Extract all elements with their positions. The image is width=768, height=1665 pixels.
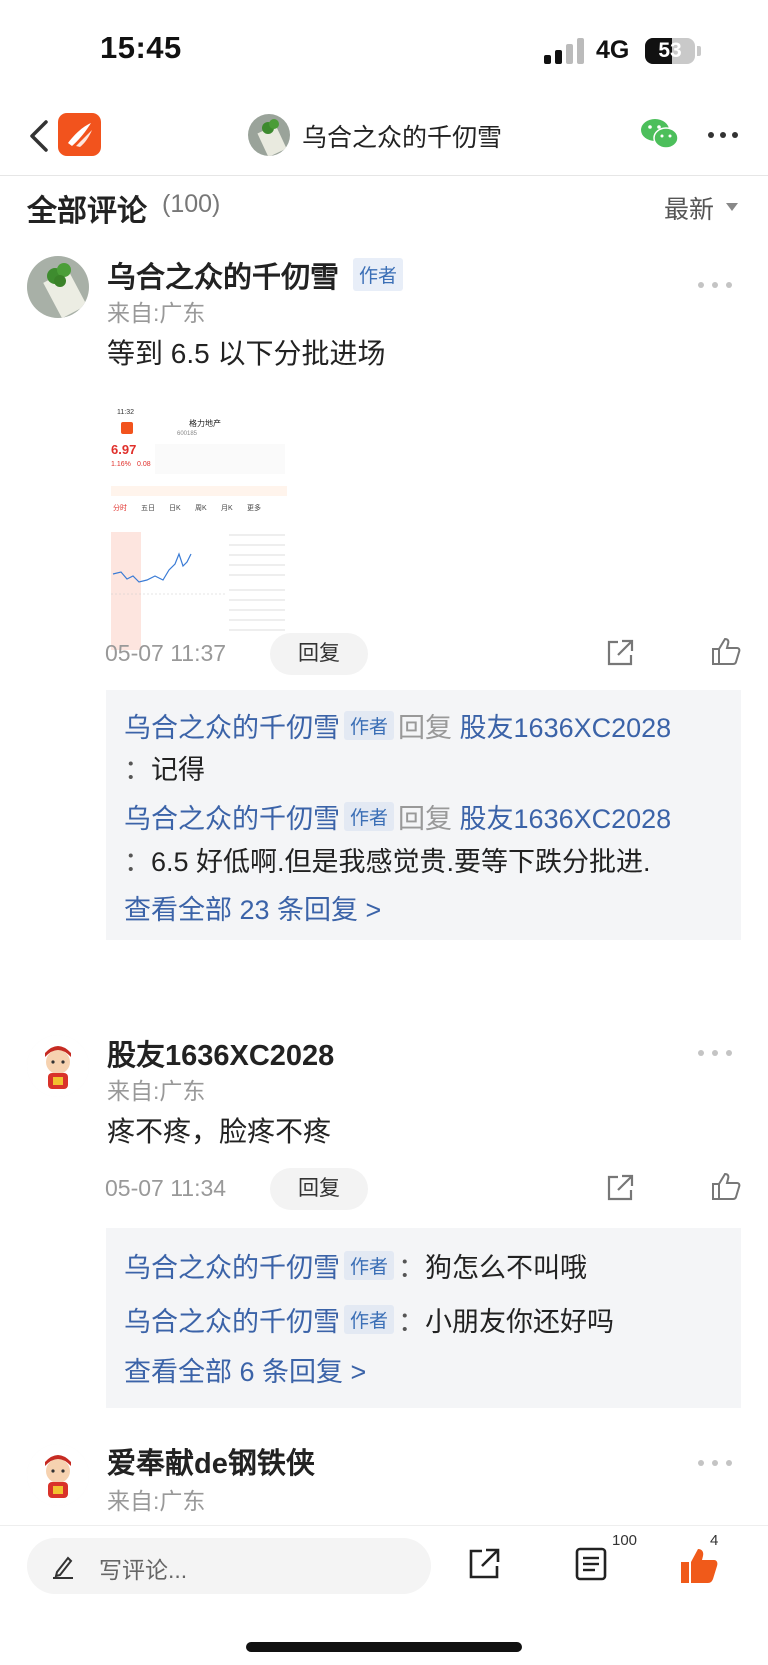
view-all-replies-link[interactable]: 查看全部 23 条回复 >	[124, 888, 381, 927]
author-badge: 作者	[353, 258, 404, 291]
comment-text: 疼不疼，脸疼不疼	[107, 1116, 332, 1147]
avatar[interactable]	[27, 1444, 89, 1506]
comment-time: 05-07 11:34	[105, 1175, 227, 1201]
comment-item: 乌合之众的千仞雪 作者 来自:广东 等到 6.5 以下分批进场 11:32 格力…	[0, 250, 768, 950]
input-placeholder: 写评论...	[99, 1557, 188, 1583]
comment-item: 爱奉献de钢铁侠 来自:广东	[0, 1440, 768, 1520]
share-icon[interactable]	[604, 1172, 636, 1204]
reply-item[interactable]: 乌合之众的千仞雪 作者 ：小朋友你还好吗	[124, 1300, 614, 1339]
comment-more-icon[interactable]	[698, 1458, 732, 1468]
reply-box: 乌合之众的千仞雪 作者 ：狗怎么不叫哦 乌合之众的千仞雪 作者 ：小朋友你还好吗 查看全…	[106, 1228, 741, 1408]
thumb-tab: 五日	[141, 504, 155, 512]
thumb-stock-name: 格力地产	[189, 418, 221, 428]
comments-title: 全部评论	[27, 195, 147, 228]
avatar[interactable]	[27, 256, 89, 318]
reply-word: 回复	[398, 804, 453, 834]
comment-origin: 来自:广东	[107, 300, 206, 326]
reply-button[interactable]: 回复	[270, 633, 368, 675]
comments-count: (100)	[162, 190, 221, 218]
sort-dropdown[interactable]: 最新	[664, 190, 714, 226]
view-all-replies-link[interactable]: 查看全部 6 条回复 >	[124, 1350, 366, 1389]
reply-word: 回复	[398, 713, 453, 743]
reply-colon: ：	[124, 755, 151, 785]
reply-item[interactable]: 乌合之众的千仞雪 作者 回复 股友1636XC2028	[124, 706, 671, 745]
like-count: 4	[710, 1532, 719, 1549]
status-time: 15:45	[100, 30, 182, 65]
app-logo-icon[interactable]	[58, 113, 101, 156]
comment-image[interactable]: 11:32 格力地产 600185 6.97 1.16% 0.08 分时 五日 …	[107, 404, 293, 654]
more-icon[interactable]	[706, 120, 740, 150]
reply-author[interactable]: 乌合之众的千仞雪	[124, 1307, 340, 1337]
share-icon[interactable]	[604, 637, 636, 669]
comment-author[interactable]: 股友1636XC2028	[107, 1032, 334, 1074]
reply-button[interactable]: 回复	[270, 1168, 368, 1210]
reply-item[interactable]: 乌合之众的千仞雪 作者 回复 股友1636XC2028	[124, 797, 671, 836]
comment-more-icon[interactable]	[698, 1048, 732, 1058]
pen-icon	[53, 1556, 73, 1579]
comment-origin: 来自:广东	[107, 1078, 206, 1104]
thumb-tab: 分时	[113, 503, 127, 512]
thumb-tab: 更多	[247, 503, 261, 512]
like-icon[interactable]	[710, 635, 742, 667]
reply-author[interactable]: 乌合之众的千仞雪	[124, 804, 340, 834]
reply-colon: ：	[124, 847, 151, 877]
back-icon[interactable]	[26, 116, 56, 156]
thumb-change-abs: 0.08	[137, 461, 151, 468]
reply-text: 6.5 好低啊.但是我感觉贵.要等下跌分批进.	[151, 847, 651, 877]
nav-title: 乌合之众的千仞雪	[302, 124, 503, 152]
like-icon[interactable]	[678, 1544, 720, 1586]
author-badge: 作者	[344, 1305, 395, 1334]
battery-icon: 53	[645, 38, 695, 64]
reply-text-line: ：6.5 好低啊.但是我感觉贵.要等下跌分批进.	[124, 840, 651, 879]
author-badge: 作者	[344, 1251, 395, 1280]
reply-text-line: ：记得	[124, 748, 205, 787]
avatar[interactable]	[27, 1035, 89, 1097]
status-bar: 15:45 4G 53	[0, 0, 768, 100]
reply-colon: ：	[398, 1307, 426, 1337]
reply-colon: ：	[398, 1253, 426, 1283]
author-badge: 作者	[344, 711, 395, 740]
reply-target[interactable]: 股友1636XC2028	[460, 713, 672, 743]
thumb-tab: 周K	[195, 504, 207, 512]
like-icon[interactable]	[710, 1170, 742, 1202]
thumb-stock-code: 600185	[177, 431, 198, 437]
bottom-bar: 写评论... 100 4	[0, 1525, 768, 1665]
author-badge: 作者	[344, 802, 395, 831]
reply-item[interactable]: 乌合之众的千仞雪 作者 ：狗怎么不叫哦	[124, 1246, 587, 1285]
thumb-price: 6.97	[111, 442, 136, 457]
signal-icon	[544, 38, 584, 64]
reply-text: 记得	[151, 755, 205, 785]
home-indicator	[246, 1642, 522, 1652]
reply-target[interactable]: 股友1636XC2028	[460, 804, 672, 834]
reply-text: 狗怎么不叫哦	[425, 1253, 588, 1283]
comment-count: 100	[612, 1532, 638, 1549]
wechat-icon[interactable]	[640, 116, 680, 152]
battery-level: 53	[658, 39, 682, 62]
share-icon[interactable]	[466, 1546, 502, 1582]
reply-author[interactable]: 乌合之众的千仞雪	[124, 713, 340, 743]
comment-input[interactable]: 写评论...	[27, 1538, 431, 1594]
network-label: 4G	[596, 36, 630, 64]
thumb-change: 1.16%	[111, 461, 131, 468]
comment-author[interactable]: 爱奉献de钢铁侠	[107, 1440, 315, 1482]
thumb-time: 11:32	[117, 409, 134, 416]
thumb-tab: 月K	[221, 504, 233, 512]
comment-item: 股友1636XC2028 来自:广东 疼不疼，脸疼不疼 05-07 11:34 …	[0, 1030, 768, 1410]
reply-box: 乌合之众的千仞雪 作者 回复 股友1636XC2028 ：记得 乌合之众的千仞雪 作者…	[106, 690, 741, 940]
reply-author[interactable]: 乌合之众的千仞雪	[124, 1253, 340, 1283]
chevron-down-icon[interactable]	[726, 203, 738, 211]
comments-header: 全部评论 (100) 最新	[0, 176, 768, 238]
comment-text: 等到 6.5 以下分批进场	[107, 338, 386, 369]
nav-avatar[interactable]	[248, 114, 290, 156]
comment-more-icon[interactable]	[698, 280, 732, 290]
comment-time: 05-07 11:37	[105, 640, 227, 666]
comment-author[interactable]: 乌合之众的千仞雪	[107, 254, 339, 296]
battery-tip	[697, 46, 701, 56]
thumb-tab: 日K	[169, 504, 181, 512]
reply-text: 小朋友你还好吗	[425, 1307, 615, 1337]
list-icon[interactable]	[573, 1546, 609, 1582]
nav-bar: 乌合之众的千仞雪	[0, 100, 768, 176]
comment-origin: 来自:广东	[107, 1488, 206, 1514]
